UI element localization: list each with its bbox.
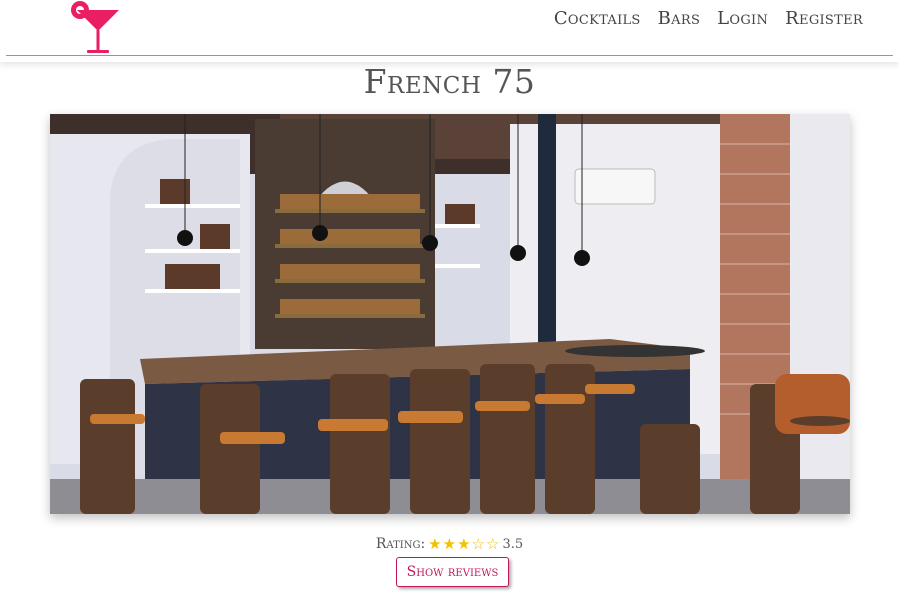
bar-interior-photo (50, 114, 850, 514)
site-header: Cocktails Bars Login Register (0, 0, 899, 62)
star-empty-icon: ☆ (485, 534, 500, 553)
cocktail-logo-icon[interactable] (68, 0, 122, 56)
nav-login[interactable]: Login (717, 8, 768, 29)
header-divider (6, 55, 893, 56)
rating-row: Rating: ★ ★ ★ ☆ ☆ 3.5 (0, 536, 899, 552)
main-nav: Cocktails Bars Login Register (554, 8, 863, 29)
nav-bars[interactable]: Bars (658, 8, 701, 29)
nav-register[interactable]: Register (785, 8, 863, 29)
star-full-icon: ★ (442, 534, 457, 553)
rating-label: Rating: (375, 536, 426, 552)
star-empty-icon: ☆ (471, 534, 485, 553)
rating-value: 3.5 (502, 536, 524, 552)
page-title: French 75 (363, 62, 536, 101)
star-full-icon: ★ (457, 534, 471, 553)
star-full-icon: ★ (428, 534, 442, 553)
rating-stars: ★ ★ ★ ☆ ☆ (428, 534, 500, 553)
nav-cocktails[interactable]: Cocktails (554, 8, 641, 29)
show-reviews-button[interactable]: Show reviews (396, 557, 509, 587)
